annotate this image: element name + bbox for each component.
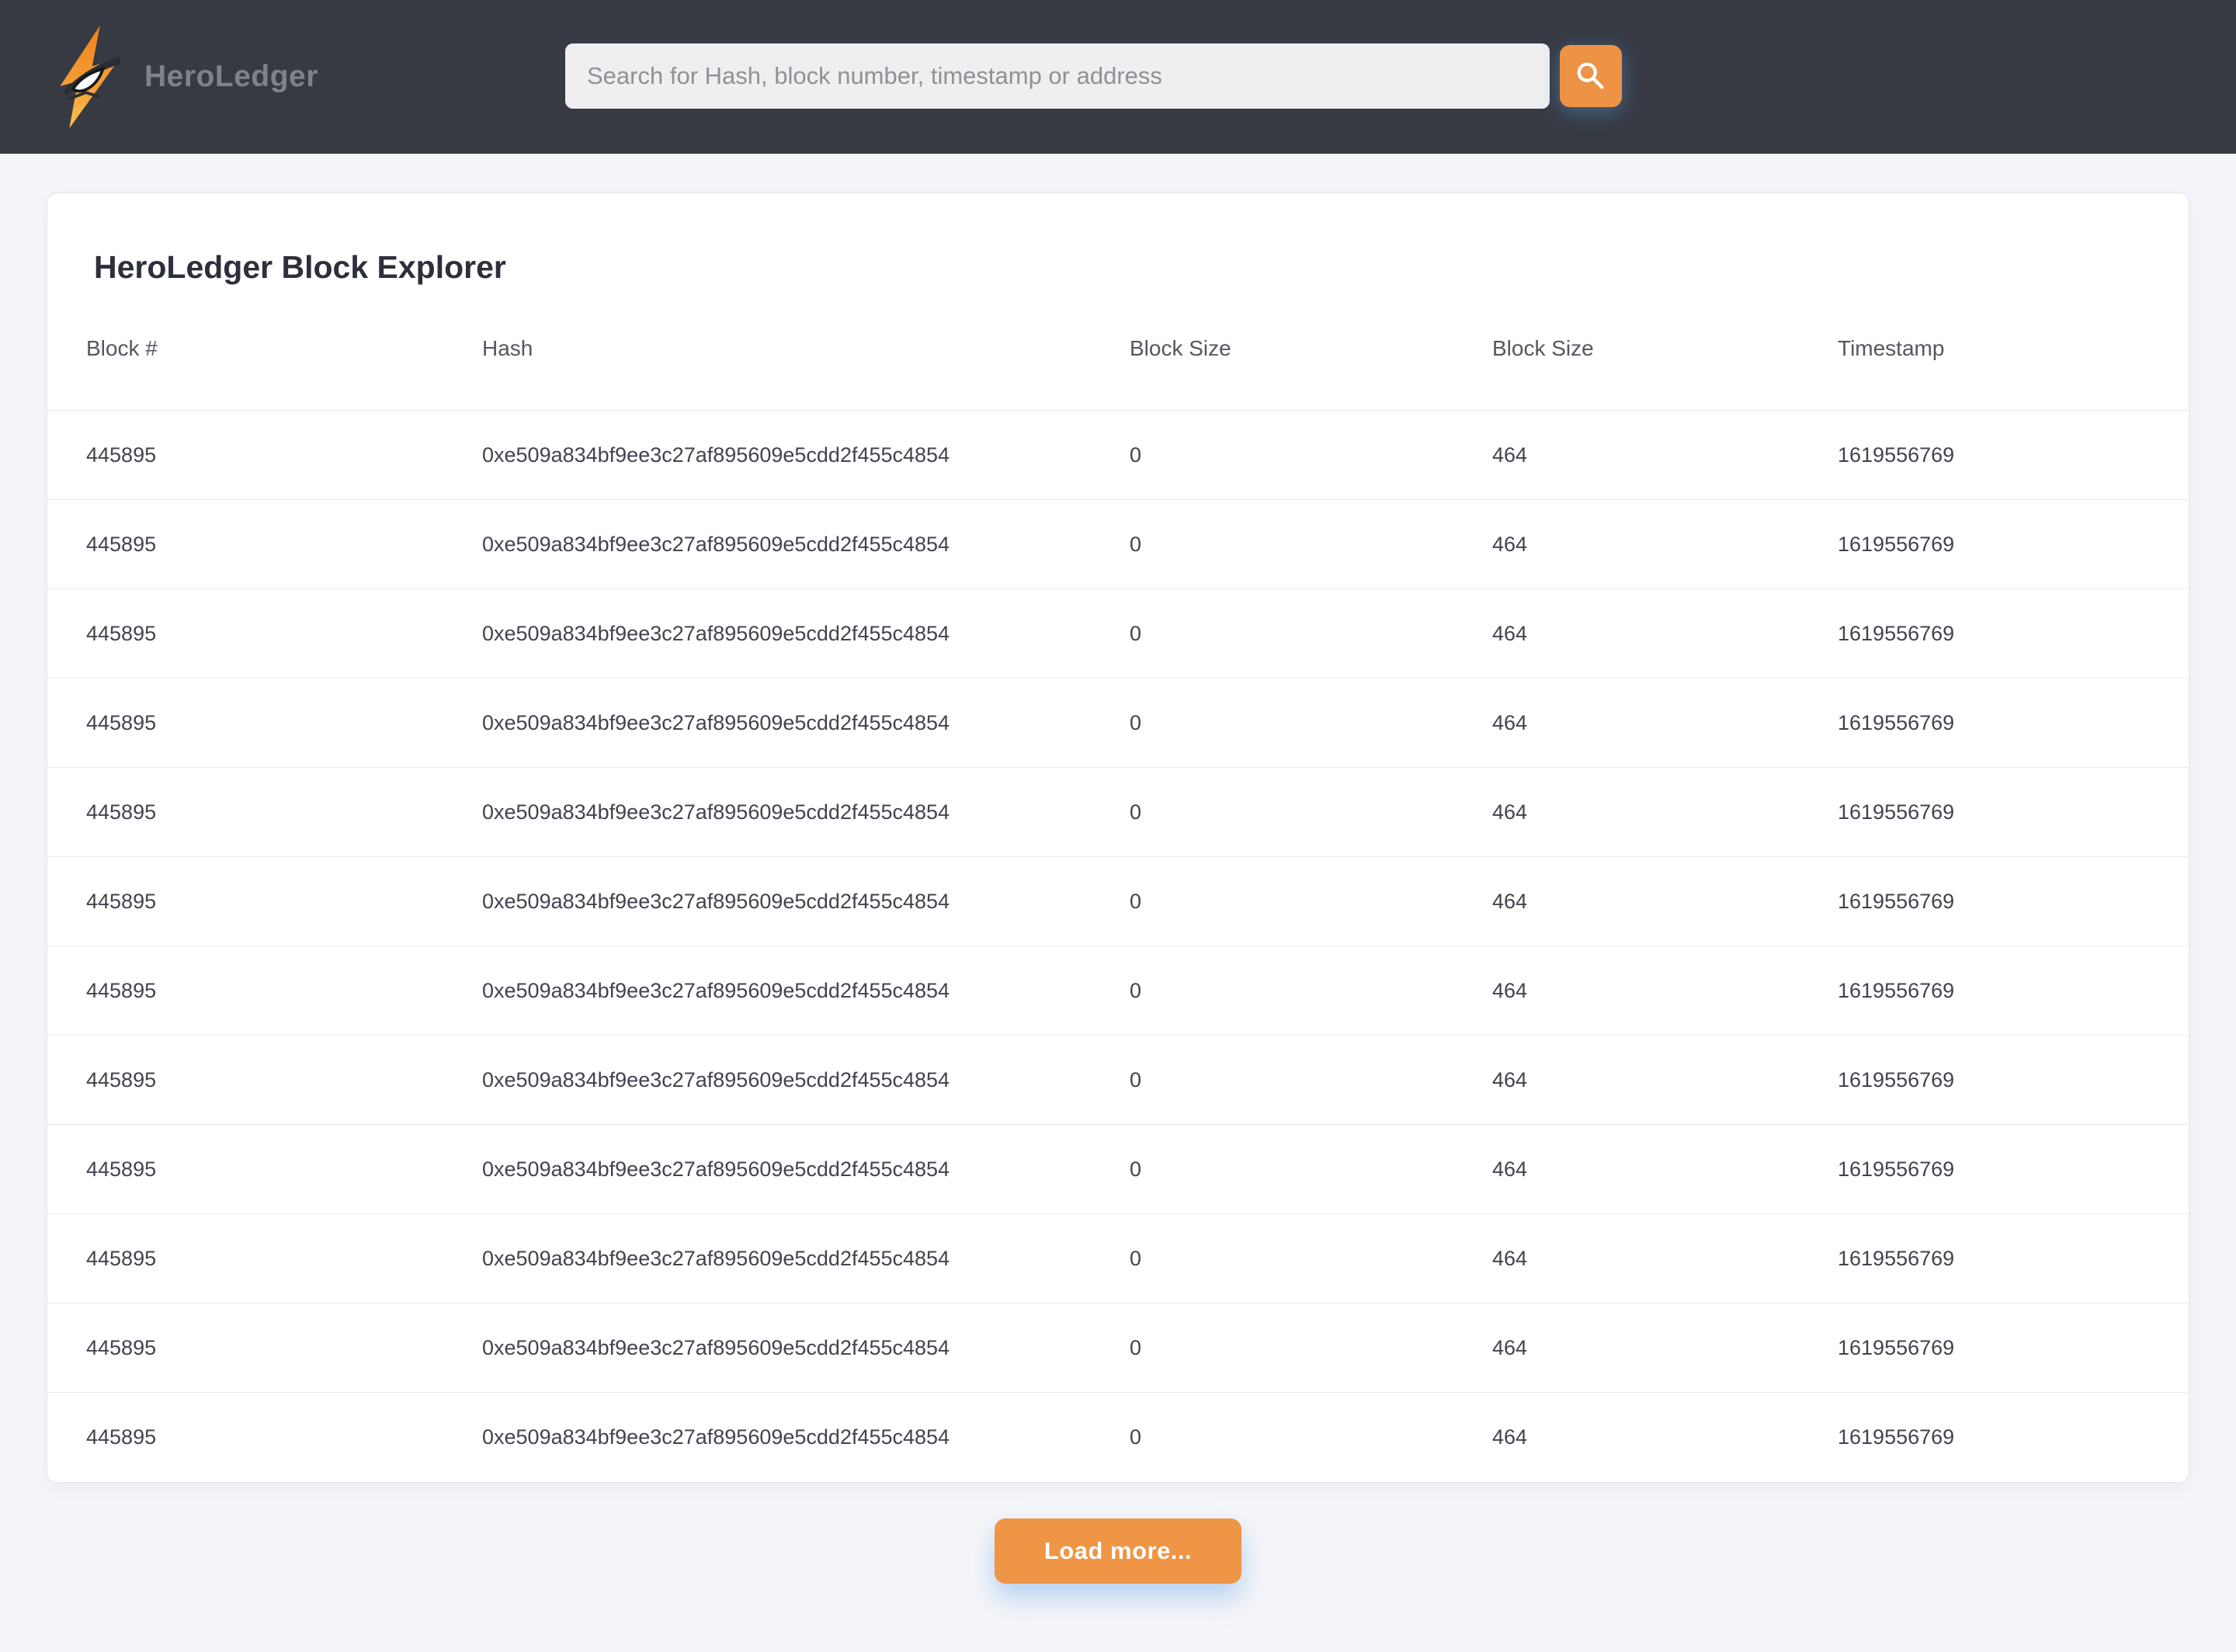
timestamp-cell: 1619556769 — [1838, 1425, 1955, 1449]
search-input[interactable] — [565, 43, 1550, 109]
table-row: 445895 0xe509a834bf9ee3c27af895609e5cdd2… — [47, 678, 2189, 768]
block-size-cell-1: 0 — [1130, 1335, 1142, 1359]
block-explorer-card: HeroLedger Block Explorer Block # Hash B… — [47, 193, 2189, 1483]
hash-cell: 0xe509a834bf9ee3c27af895609e5cdd2f455c48… — [482, 1067, 950, 1092]
hash-cell: 0xe509a834bf9ee3c27af895609e5cdd2f455c48… — [482, 800, 950, 824]
table-row: 445895 0xe509a834bf9ee3c27af895609e5cdd2… — [47, 857, 2189, 946]
table-row: 445895 0xe509a834bf9ee3c27af895609e5cdd2… — [47, 589, 2189, 678]
timestamp-cell: 1619556769 — [1838, 1246, 1955, 1270]
block-size-cell-1: 0 — [1130, 1425, 1142, 1449]
block-size-cell-1: 0 — [1130, 800, 1142, 824]
block-size-cell-2: 464 — [1492, 532, 1528, 556]
timestamp-cell: 1619556769 — [1838, 1067, 1955, 1092]
block-size-cell-2: 464 — [1492, 710, 1528, 734]
block-number-cell: 445895 — [86, 532, 157, 556]
timestamp-cell: 1619556769 — [1838, 889, 1955, 913]
load-more-area: Load more... — [0, 1518, 2236, 1584]
timestamp-cell: 1619556769 — [1838, 1335, 1955, 1359]
block-size-cell-1: 0 — [1130, 978, 1142, 1002]
block-number-cell: 445895 — [86, 1246, 157, 1270]
block-size-cell-1: 0 — [1130, 710, 1142, 734]
block-number-cell: 445895 — [86, 889, 157, 913]
block-size-cell-2: 464 — [1492, 800, 1528, 824]
top-navbar: HeroLedger — [0, 0, 2236, 154]
hash-cell: 0xe509a834bf9ee3c27af895609e5cdd2f455c48… — [482, 1335, 950, 1359]
search-button[interactable] — [1560, 45, 1622, 107]
block-size-cell-2: 464 — [1492, 442, 1528, 467]
timestamp-cell: 1619556769 — [1838, 800, 1955, 824]
timestamp-cell: 1619556769 — [1838, 442, 1955, 467]
block-size-cell-2: 464 — [1492, 1067, 1528, 1092]
block-size-cell-1: 0 — [1130, 532, 1142, 556]
hash-cell: 0xe509a834bf9ee3c27af895609e5cdd2f455c48… — [482, 710, 950, 734]
load-more-button[interactable]: Load more... — [995, 1518, 1241, 1584]
brand-name: HeroLedger — [144, 60, 318, 93]
block-number-cell: 445895 — [86, 978, 157, 1002]
hash-cell: 0xe509a834bf9ee3c27af895609e5cdd2f455c48… — [482, 1246, 950, 1270]
timestamp-cell: 1619556769 — [1838, 532, 1955, 556]
table-row: 445895 0xe509a834bf9ee3c27af895609e5cdd2… — [47, 1393, 2189, 1482]
block-size-cell-1: 0 — [1130, 1067, 1142, 1092]
block-number-cell: 445895 — [86, 800, 157, 824]
block-size-cell-2: 464 — [1492, 1425, 1528, 1449]
heroledger-logo-icon — [54, 23, 126, 130]
block-size-cell-1: 0 — [1130, 621, 1142, 645]
table-row: 445895 0xe509a834bf9ee3c27af895609e5cdd2… — [47, 768, 2189, 857]
block-size-cell-2: 464 — [1492, 978, 1528, 1002]
table-row: 445895 0xe509a834bf9ee3c27af895609e5cdd2… — [47, 500, 2189, 589]
block-size-cell-1: 0 — [1130, 1246, 1142, 1270]
hash-cell: 0xe509a834bf9ee3c27af895609e5cdd2f455c48… — [482, 1425, 950, 1449]
column-header-hash: Hash — [482, 335, 533, 360]
block-size-cell-2: 464 — [1492, 621, 1528, 645]
table-row: 445895 0xe509a834bf9ee3c27af895609e5cdd2… — [47, 946, 2189, 1036]
timestamp-cell: 1619556769 — [1838, 1157, 1955, 1181]
hash-cell: 0xe509a834bf9ee3c27af895609e5cdd2f455c48… — [482, 532, 950, 556]
timestamp-cell: 1619556769 — [1838, 621, 1955, 645]
block-size-cell-2: 464 — [1492, 1335, 1528, 1359]
brand[interactable]: HeroLedger — [54, 23, 318, 130]
block-number-cell: 445895 — [86, 1335, 157, 1359]
block-size-cell-1: 0 — [1130, 889, 1142, 913]
column-header-block-number: Block # — [86, 335, 158, 360]
column-header-timestamp: Timestamp — [1838, 335, 1945, 360]
block-number-cell: 445895 — [86, 442, 157, 467]
page-title: HeroLedger Block Explorer — [94, 249, 506, 285]
table-row: 445895 0xe509a834bf9ee3c27af895609e5cdd2… — [47, 1303, 2189, 1393]
block-number-cell: 445895 — [86, 710, 157, 734]
block-size-cell-2: 464 — [1492, 889, 1528, 913]
block-number-cell: 445895 — [86, 621, 157, 645]
hash-cell: 0xe509a834bf9ee3c27af895609e5cdd2f455c48… — [482, 621, 950, 645]
column-header-block-size-2: Block Size — [1492, 335, 1594, 360]
table-header-row: Block # Hash Block Size Block Size Times… — [47, 286, 2189, 411]
block-number-cell: 445895 — [86, 1425, 157, 1449]
table-row: 445895 0xe509a834bf9ee3c27af895609e5cdd2… — [47, 1214, 2189, 1303]
table-row: 445895 0xe509a834bf9ee3c27af895609e5cdd2… — [47, 1036, 2189, 1125]
block-number-cell: 445895 — [86, 1157, 157, 1181]
hash-cell: 0xe509a834bf9ee3c27af895609e5cdd2f455c48… — [482, 978, 950, 1002]
timestamp-cell: 1619556769 — [1838, 978, 1955, 1002]
table-row: 445895 0xe509a834bf9ee3c27af895609e5cdd2… — [47, 1125, 2189, 1214]
block-size-cell-2: 464 — [1492, 1246, 1528, 1270]
block-size-cell-1: 0 — [1130, 1157, 1142, 1181]
timestamp-cell: 1619556769 — [1838, 710, 1955, 734]
table-row: 445895 0xe509a834bf9ee3c27af895609e5cdd2… — [47, 411, 2189, 500]
column-header-block-size-1: Block Size — [1130, 335, 1231, 360]
hash-cell: 0xe509a834bf9ee3c27af895609e5cdd2f455c48… — [482, 889, 950, 913]
hash-cell: 0xe509a834bf9ee3c27af895609e5cdd2f455c48… — [482, 442, 950, 467]
search-bar — [565, 43, 1622, 109]
search-icon — [1575, 60, 1607, 92]
block-size-cell-2: 464 — [1492, 1157, 1528, 1181]
block-size-cell-1: 0 — [1130, 442, 1142, 467]
block-number-cell: 445895 — [86, 1067, 157, 1092]
hash-cell: 0xe509a834bf9ee3c27af895609e5cdd2f455c48… — [482, 1157, 950, 1181]
table-body: 445895 0xe509a834bf9ee3c27af895609e5cdd2… — [47, 411, 2189, 1482]
